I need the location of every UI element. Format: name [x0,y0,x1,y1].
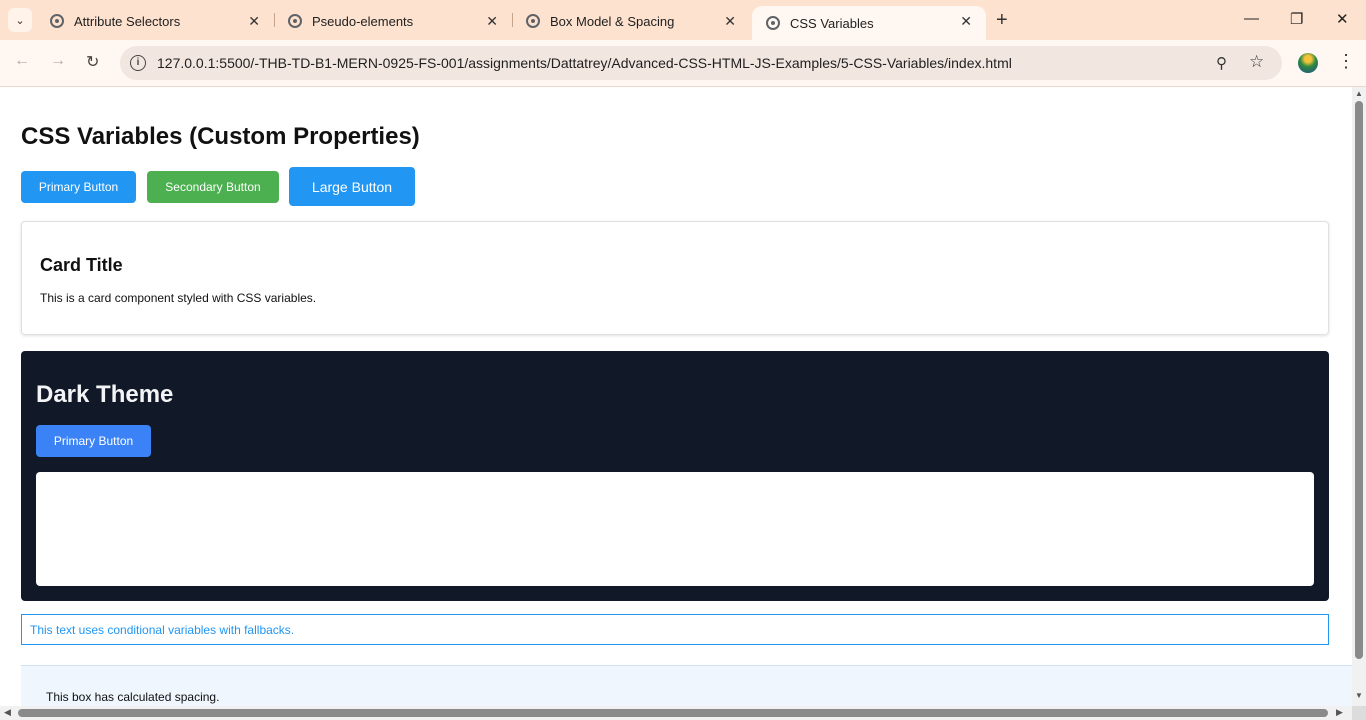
tab-title: Attribute Selectors [74,13,181,29]
url-path: :5500/-THB-TD-B1-MERN-0925-FS-001/assign… [215,55,1012,71]
address-bar[interactable]: i 127.0.0.1:5500/-THB-TD-B1-MERN-0925-FS… [120,46,1282,80]
close-icon[interactable]: ✕ [486,13,498,30]
chevron-down-icon[interactable]: ⌄ [8,8,32,32]
scroll-left-icon[interactable]: ◀ [4,707,11,718]
close-icon[interactable]: ✕ [1336,10,1349,28]
globe-icon [288,14,302,28]
tab-css-variables[interactable]: CSS Variables ✕ [752,6,986,40]
tab-strip: ⌄ Attribute Selectors ✕ Pseudo-elements … [0,0,1366,40]
dark-card [36,472,1314,586]
scrollbar-corner [1352,706,1366,720]
horizontal-scrollbar[interactable]: ◀ ▶ [0,706,1352,720]
restore-icon[interactable]: ❐ [1290,10,1303,28]
minimize-icon[interactable]: — [1244,10,1259,27]
calculated-spacing-box: This box has calculated spacing. [21,665,1352,706]
card-title: Card Title [40,255,123,275]
zoom-icon[interactable]: ⚲ [1216,54,1227,72]
tab-title: CSS Variables [790,15,874,31]
scroll-right-icon[interactable]: ▶ [1336,707,1343,718]
card-text: This is a card component styled with CSS… [40,291,317,305]
conditional-text-box: This text uses conditional variables wit… [21,614,1329,645]
large-button[interactable]: Large Button [289,167,415,206]
horizontal-scroll-thumb[interactable] [18,709,1328,717]
forward-arrow-icon[interactable]: → [50,52,66,70]
back-arrow-icon[interactable]: ← [14,52,30,70]
star-icon[interactable]: ☆ [1249,52,1264,72]
globe-icon [526,14,540,28]
url-text[interactable]: 127.0.0.1:5500/-THB-TD-B1-MERN-0925-FS-0… [157,55,1012,71]
page-title: CSS Variables (Custom Properties) [21,123,420,150]
info-icon[interactable]: i [130,55,146,71]
primary-button[interactable]: Primary Button [21,171,136,203]
close-icon[interactable]: ✕ [960,13,972,30]
globe-icon [766,16,780,30]
scroll-up-icon[interactable]: ▲ [1355,89,1363,98]
card: Card Title This is a card component styl… [21,221,1329,335]
avatar[interactable] [1298,53,1318,73]
close-icon[interactable]: ✕ [724,13,736,30]
tab-attribute-selectors[interactable]: Attribute Selectors ✕ [36,6,274,36]
vertical-scrollbar[interactable]: ▲ ▼ [1352,87,1366,706]
globe-icon [50,14,64,28]
vertical-scroll-thumb[interactable] [1355,101,1363,659]
page-viewport: CSS Variables (Custom Properties) Primar… [0,87,1352,706]
reload-icon[interactable]: ↻ [86,52,99,72]
plus-icon[interactable]: + [996,9,1008,32]
secondary-button[interactable]: Secondary Button [147,171,279,203]
dark-theme-title: Dark Theme [36,381,174,408]
tab-box-model-spacing[interactable]: Box Model & Spacing ✕ [512,6,750,36]
more-vert-icon[interactable]: ⋮ [1337,51,1355,72]
calculated-spacing-text: This box has calculated spacing. [46,690,220,704]
tab-title: Pseudo-elements [312,13,414,29]
tab-title: Box Model & Spacing [550,13,675,29]
close-icon[interactable]: ✕ [248,13,260,30]
scroll-down-icon[interactable]: ▼ [1355,691,1363,700]
browser-toolbar: ← → ↻ i 127.0.0.1:5500/-THB-TD-B1-MERN-0… [0,40,1366,87]
dark-primary-button[interactable]: Primary Button [36,425,151,457]
conditional-text: This text uses conditional variables wit… [30,623,295,637]
tab-pseudo-elements[interactable]: Pseudo-elements ✕ [274,6,512,36]
url-host: 127.0.0.1 [157,55,216,71]
dark-theme-section: Dark Theme Primary Button [21,351,1329,601]
